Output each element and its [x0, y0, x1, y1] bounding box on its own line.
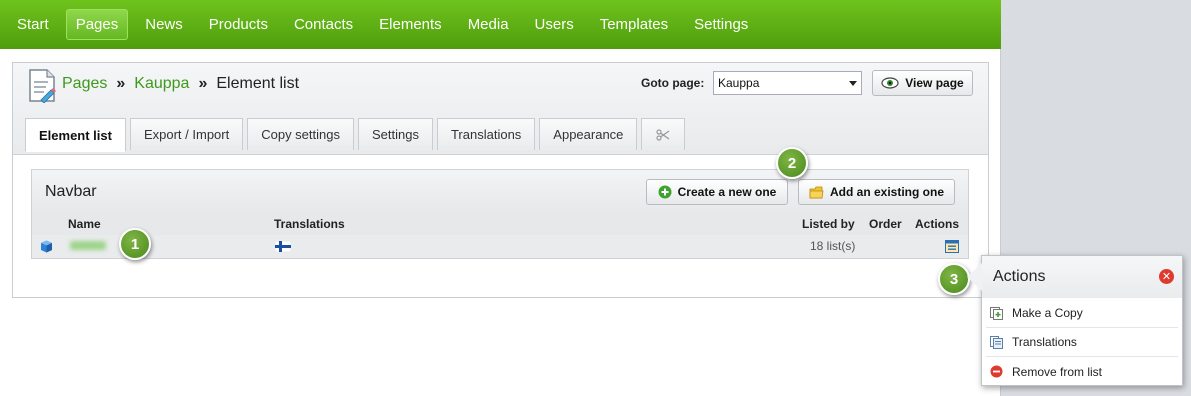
breadcrumb-kauppa-link[interactable]: Kauppa	[134, 75, 189, 93]
tab-cut[interactable]	[641, 118, 686, 150]
action-make-copy-label: Make a Copy	[1012, 306, 1083, 320]
folder-icon	[809, 186, 824, 198]
copy-add-icon	[990, 306, 1003, 320]
goto-page-select[interactable]: Kauppa	[713, 71, 862, 95]
table-header: Name Translations Listed by Order Action…	[32, 213, 968, 235]
view-page-button[interactable]: View page	[872, 70, 973, 96]
content-panel: Pages » Kauppa » Element list Goto page:…	[12, 62, 989, 298]
scissors-icon	[656, 128, 670, 141]
nav-item-templates[interactable]: Templates	[591, 10, 677, 39]
nav-item-users[interactable]: Users	[526, 10, 583, 39]
nav-item-start[interactable]: Start	[8, 10, 58, 39]
actions-popup: Actions ✕ Make a Copy Translations Remov…	[981, 255, 1183, 386]
goto-page-label: Goto page:	[641, 76, 705, 90]
actions-popup-header: Actions ✕	[982, 256, 1182, 298]
actions-popup-title: Actions	[993, 268, 1046, 285]
breadcrumb-current: Element list	[216, 75, 300, 92]
breadcrumb-separator: »	[116, 75, 126, 92]
chevron-down-icon	[849, 81, 857, 86]
breadcrumb-separator: »	[198, 75, 208, 92]
element-name-redacted[interactable]	[70, 241, 106, 250]
panel-header: Pages » Kauppa » Element list Goto page:…	[13, 63, 988, 155]
listed-by-value: 18 list(s)	[810, 239, 856, 253]
view-page-label: View page	[905, 76, 964, 90]
element-cube-icon	[41, 240, 52, 253]
action-translations-label: Translations	[1012, 335, 1077, 349]
add-existing-button[interactable]: Add an existing one	[798, 179, 955, 205]
nav-item-pages[interactable]: Pages	[65, 9, 129, 40]
page-document-icon	[29, 69, 56, 103]
nav-item-news[interactable]: News	[136, 10, 192, 39]
nav-item-contacts[interactable]: Contacts	[285, 10, 362, 39]
remove-circle-icon	[990, 365, 1003, 378]
tab-translations[interactable]: Translations	[436, 118, 536, 150]
tab-element-list[interactable]: Element list	[25, 118, 126, 152]
column-listed-by: Listed by	[802, 217, 855, 231]
goto-page-selected-value: Kauppa	[718, 76, 760, 90]
nav-item-products[interactable]: Products	[200, 10, 277, 39]
column-order: Order	[869, 217, 902, 231]
element-list-box: Navbar Create a new one Add an existing …	[31, 169, 969, 259]
breadcrumb-pages-link[interactable]: Pages	[62, 75, 107, 93]
tab-export-import[interactable]: Export / Import	[129, 118, 244, 150]
add-existing-label: Add an existing one	[829, 185, 944, 199]
tab-bar: Element list Export / Import Copy settin…	[25, 118, 686, 152]
list-header: Navbar Create a new one Add an existing …	[32, 170, 968, 213]
list-title: Navbar	[45, 183, 97, 200]
top-navigation: Start Pages News Products Contacts Eleme…	[0, 0, 1001, 49]
actions-menu-icon[interactable]	[945, 240, 959, 253]
action-remove-from-list[interactable]: Remove from list	[986, 357, 1178, 386]
tab-appearance[interactable]: Appearance	[539, 118, 638, 150]
documents-icon	[990, 335, 1003, 349]
action-make-copy[interactable]: Make a Copy	[986, 299, 1178, 328]
plus-circle-icon	[658, 185, 672, 199]
app-window: Start Pages News Products Contacts Eleme…	[0, 0, 1001, 396]
actions-popup-pointer	[967, 263, 982, 291]
nav-item-media[interactable]: Media	[459, 10, 518, 39]
action-translations[interactable]: Translations	[986, 328, 1178, 357]
table-row[interactable]: 18 list(s)	[32, 235, 968, 258]
callout-1: 1	[119, 228, 151, 260]
close-icon[interactable]: ✕	[1159, 269, 1174, 284]
nav-item-settings[interactable]: Settings	[685, 10, 757, 39]
breadcrumb: Pages » Kauppa » Element list	[62, 75, 299, 93]
column-name: Name	[68, 217, 101, 231]
create-new-button[interactable]: Create a new one	[646, 179, 788, 205]
finnish-flag-icon[interactable]	[275, 241, 291, 252]
tab-settings[interactable]: Settings	[357, 118, 433, 150]
action-remove-label: Remove from list	[1012, 364, 1103, 379]
column-translations: Translations	[274, 217, 345, 231]
column-actions: Actions	[915, 217, 960, 231]
tab-copy-settings[interactable]: Copy settings	[247, 118, 354, 150]
nav-item-elements[interactable]: Elements	[370, 10, 451, 39]
eye-arrow-icon	[881, 77, 899, 89]
callout-3: 3	[938, 263, 970, 295]
callout-2: 2	[776, 147, 808, 179]
create-new-label: Create a new one	[677, 185, 777, 199]
